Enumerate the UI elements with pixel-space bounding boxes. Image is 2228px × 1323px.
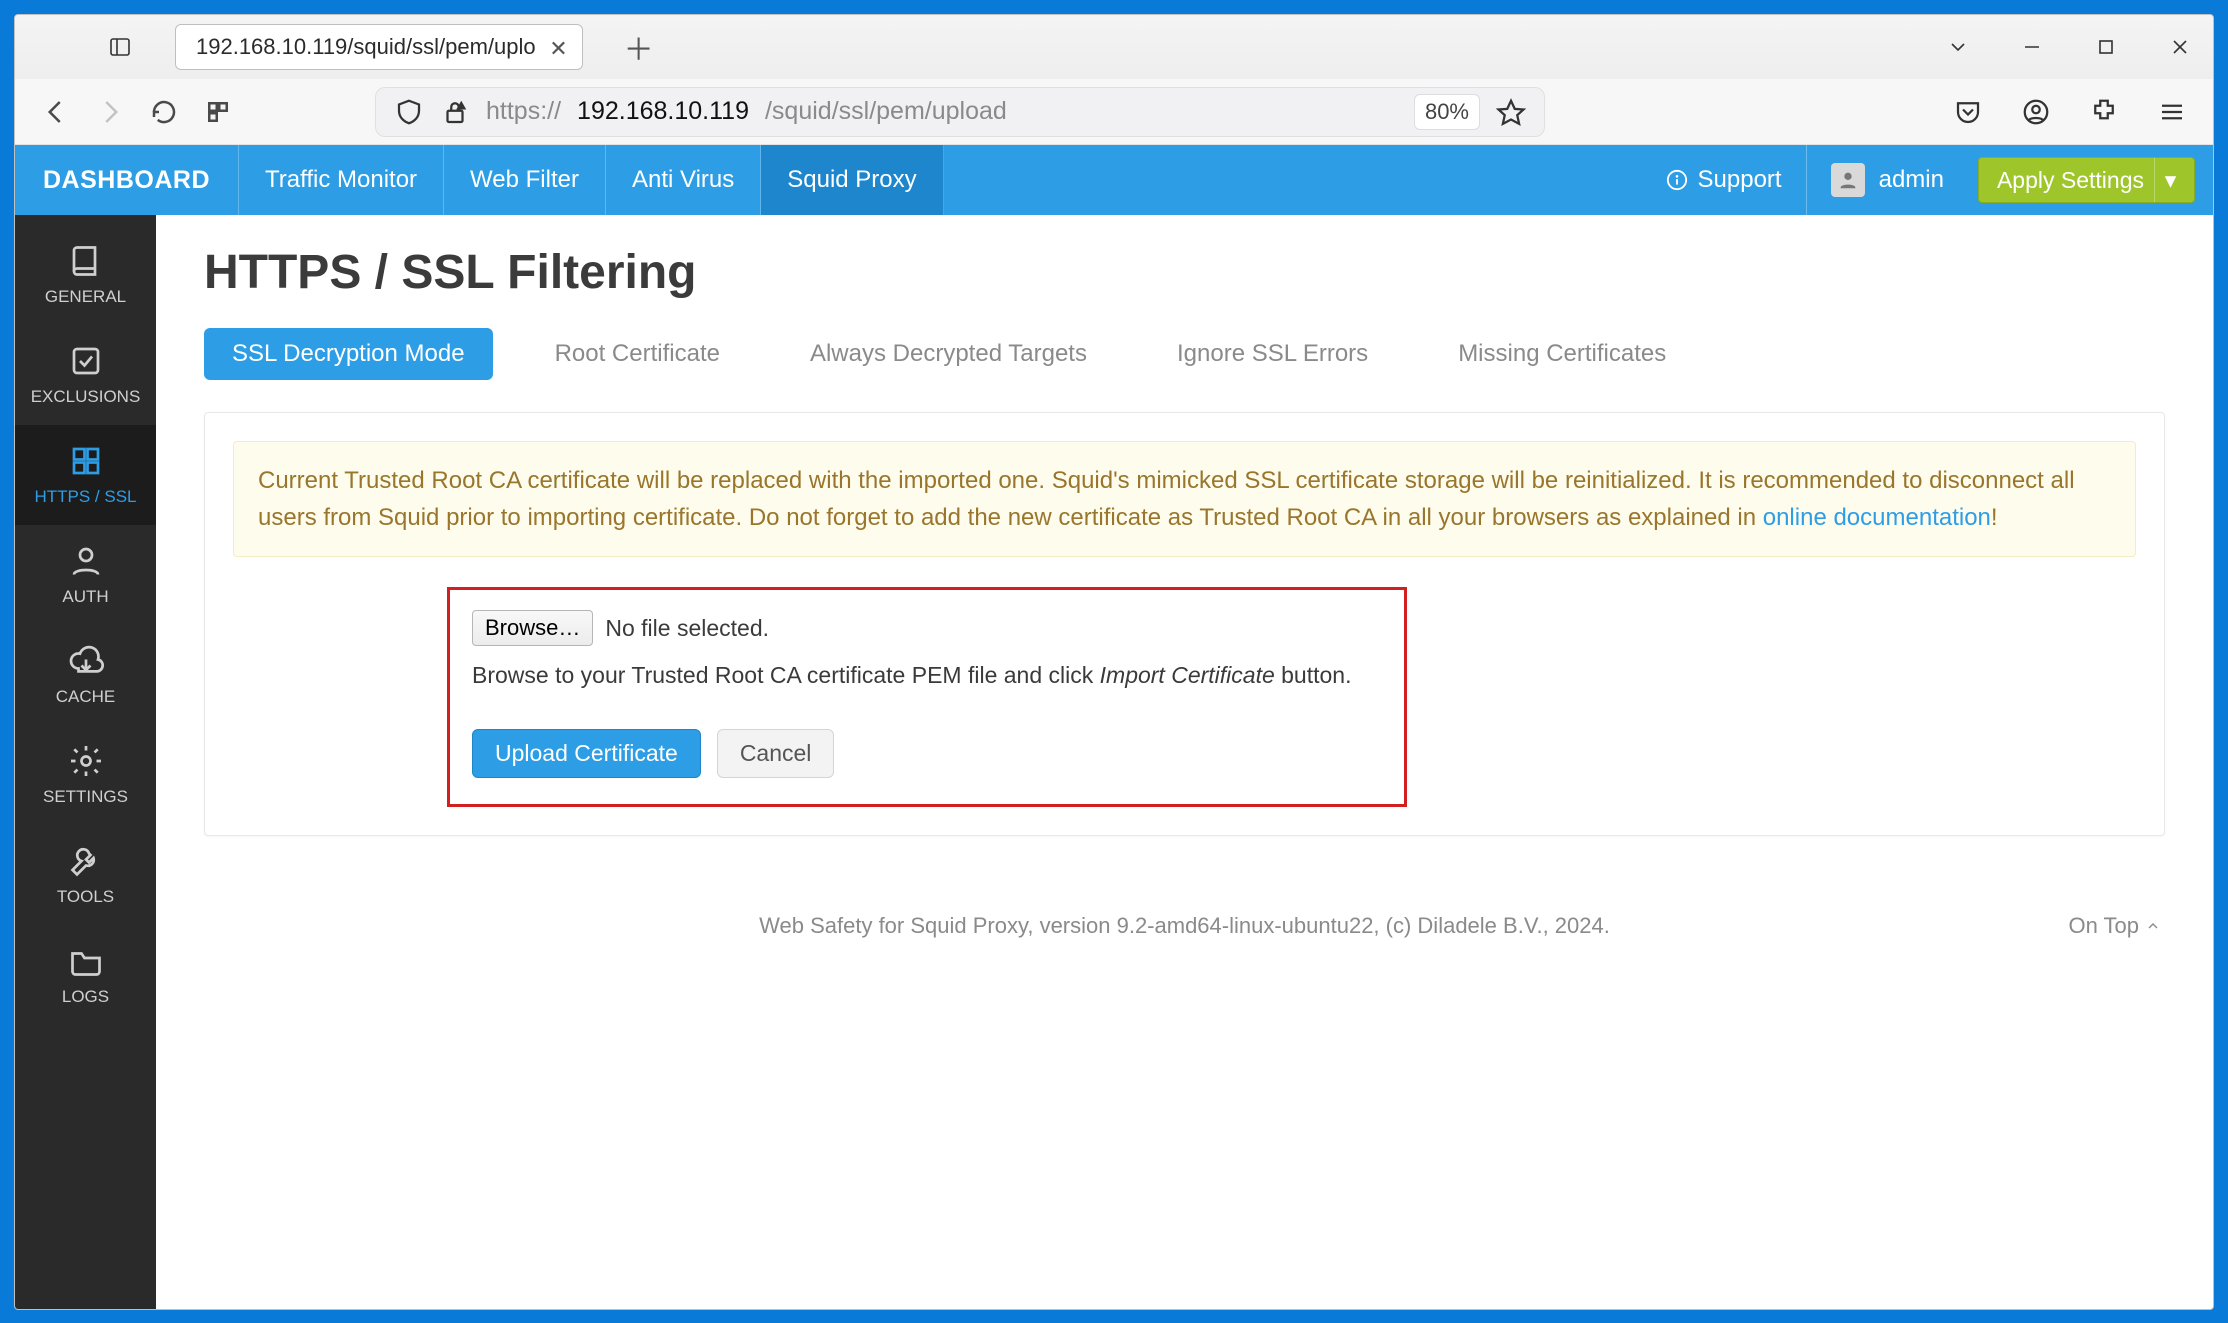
pocket-icon[interactable]	[1951, 95, 1985, 129]
sidebar-item-settings[interactable]: SETTINGS	[15, 725, 156, 825]
tab-ignore-ssl-errors[interactable]: Ignore SSL Errors	[1149, 328, 1396, 380]
url-path: /squid/ssl/pem/upload	[765, 97, 1007, 126]
avatar-icon	[1831, 163, 1865, 197]
nav-anti-virus[interactable]: Anti Virus	[606, 145, 761, 215]
hint-text: Browse to your Trusted Root CA certifica…	[472, 662, 1100, 688]
sidebar-item-label: EXCLUSIONS	[31, 387, 141, 407]
sidebar-item-logs[interactable]: LOGS	[15, 925, 156, 1025]
nav-web-filter[interactable]: Web Filter	[444, 145, 606, 215]
sidebar-item-exclusions[interactable]: EXCLUSIONS	[15, 325, 156, 425]
brand[interactable]: DASHBOARD	[15, 145, 239, 215]
tab-always-decrypted[interactable]: Always Decrypted Targets	[782, 328, 1115, 380]
sidebar-item-label: LOGS	[62, 987, 109, 1007]
cancel-button[interactable]: Cancel	[717, 729, 835, 778]
sidebar-item-label: AUTH	[62, 587, 108, 607]
browser-toolbar: https:// 192.168.10.119/squid/ssl/pem/upl…	[15, 79, 2213, 145]
zoom-level[interactable]: 80%	[1414, 94, 1480, 130]
hint-emphasis: Import Certificate	[1100, 662, 1275, 688]
on-top-label: On Top	[2068, 913, 2139, 939]
wrench-icon	[68, 843, 104, 879]
alert-doc-link[interactable]: online documentation	[1763, 504, 1991, 531]
address-bar[interactable]: https:// 192.168.10.119/squid/ssl/pem/upl…	[375, 87, 1545, 137]
sidebar-item-general[interactable]: GENERAL	[15, 225, 156, 325]
on-top-link[interactable]: On Top	[2068, 913, 2161, 939]
sidebar-item-label: SETTINGS	[43, 787, 128, 807]
reload-button[interactable]	[147, 95, 181, 129]
footer-text: Web Safety for Squid Proxy, version 9.2-…	[759, 913, 1610, 939]
nav-traffic-monitor[interactable]: Traffic Monitor	[239, 145, 444, 215]
upload-highlight-box: Browse… No file selected. Browse to your…	[447, 587, 1407, 807]
grid-icon	[68, 443, 104, 479]
url-protocol: https://	[486, 97, 561, 126]
support-label: Support	[1698, 166, 1782, 194]
support-link[interactable]: Support	[1642, 145, 1807, 215]
page-tabs: SSL Decryption Mode Root Certificate Alw…	[204, 328, 2165, 380]
chevron-up-icon	[2145, 918, 2161, 934]
cloud-download-icon	[68, 643, 104, 679]
browser-tabstrip: 192.168.10.119/squid/ssl/pem/uplo ✕ ＋	[15, 15, 2213, 79]
sidebar-item-https-ssl[interactable]: HTTPS / SSL	[15, 425, 156, 525]
window-minimize-button[interactable]	[2015, 30, 2049, 64]
sidebar-item-label: CACHE	[56, 687, 116, 707]
apply-settings-label: Apply Settings	[1997, 167, 2144, 194]
browser-tab[interactable]: 192.168.10.119/squid/ssl/pem/uplo ✕	[175, 24, 583, 70]
url-host: 192.168.10.119	[577, 97, 749, 126]
main-content: HTTPS / SSL Filtering SSL Decryption Mod…	[156, 215, 2213, 1309]
tab-missing-certificates[interactable]: Missing Certificates	[1430, 328, 1694, 380]
back-button[interactable]	[39, 95, 73, 129]
alert-text-after: !	[1991, 504, 1998, 531]
sidebar-item-label: HTTPS / SSL	[34, 487, 136, 507]
info-icon	[1666, 169, 1688, 191]
tab-ssl-decryption-mode[interactable]: SSL Decryption Mode	[204, 328, 493, 380]
book-icon	[68, 243, 104, 279]
gear-icon	[68, 743, 104, 779]
browse-button[interactable]: Browse…	[472, 610, 593, 646]
shield-icon	[394, 97, 424, 127]
file-status: No file selected.	[605, 615, 769, 642]
app-viewport: DASHBOARD Traffic Monitor Web Filter Ant…	[15, 145, 2213, 1309]
tab-root-certificate[interactable]: Root Certificate	[527, 328, 748, 380]
sidebar: GENERAL EXCLUSIONS HTTPS / SSL AUTH CACH…	[15, 215, 156, 1309]
hint-text-after: button.	[1275, 662, 1352, 688]
app-topnav: DASHBOARD Traffic Monitor Web Filter Ant…	[15, 145, 2213, 215]
extensions-icon[interactable]	[201, 95, 235, 129]
sidebar-item-tools[interactable]: TOOLS	[15, 825, 156, 925]
new-tab-button[interactable]: ＋	[619, 27, 659, 67]
nav-squid-proxy[interactable]: Squid Proxy	[761, 145, 943, 215]
menu-icon[interactable]	[2155, 95, 2189, 129]
user-icon	[68, 543, 104, 579]
content-panel: Current Trusted Root CA certificate will…	[204, 412, 2165, 836]
sidebar-item-cache[interactable]: CACHE	[15, 625, 156, 725]
browser-tab-title: 192.168.10.119/squid/ssl/pem/uplo	[196, 34, 536, 60]
apply-settings-button[interactable]: Apply Settings ▾	[1978, 157, 2195, 203]
lock-warning-icon	[440, 97, 470, 127]
page-title: HTTPS / SSL Filtering	[204, 245, 2165, 300]
close-tab-icon[interactable]: ✕	[549, 36, 567, 62]
sidebar-item-label: TOOLS	[57, 887, 114, 907]
upload-hint: Browse to your Trusted Root CA certifica…	[472, 662, 1382, 689]
browser-window: 192.168.10.119/squid/ssl/pem/uplo ✕ ＋ ht…	[14, 14, 2214, 1310]
browser-sidebar-icon[interactable]	[101, 28, 139, 66]
bookmark-star-icon[interactable]	[1496, 97, 1526, 127]
window-maximize-button[interactable]	[2089, 30, 2123, 64]
upload-certificate-button[interactable]: Upload Certificate	[472, 729, 701, 778]
apply-dropdown-icon[interactable]: ▾	[2154, 158, 2176, 202]
tabs-dropdown-icon[interactable]	[1941, 30, 1975, 64]
user-name: admin	[1879, 166, 1944, 194]
folder-icon	[68, 943, 104, 979]
forward-button[interactable]	[93, 95, 127, 129]
window-close-button[interactable]	[2163, 30, 2197, 64]
sidebar-item-label: GENERAL	[45, 287, 126, 307]
addons-icon[interactable]	[2087, 95, 2121, 129]
check-square-icon	[68, 343, 104, 379]
account-icon[interactable]	[2019, 95, 2053, 129]
warning-alert: Current Trusted Root CA certificate will…	[233, 441, 2136, 557]
user-menu[interactable]: admin	[1807, 145, 1968, 215]
footer: Web Safety for Squid Proxy, version 9.2-…	[204, 896, 2165, 956]
sidebar-item-auth[interactable]: AUTH	[15, 525, 156, 625]
